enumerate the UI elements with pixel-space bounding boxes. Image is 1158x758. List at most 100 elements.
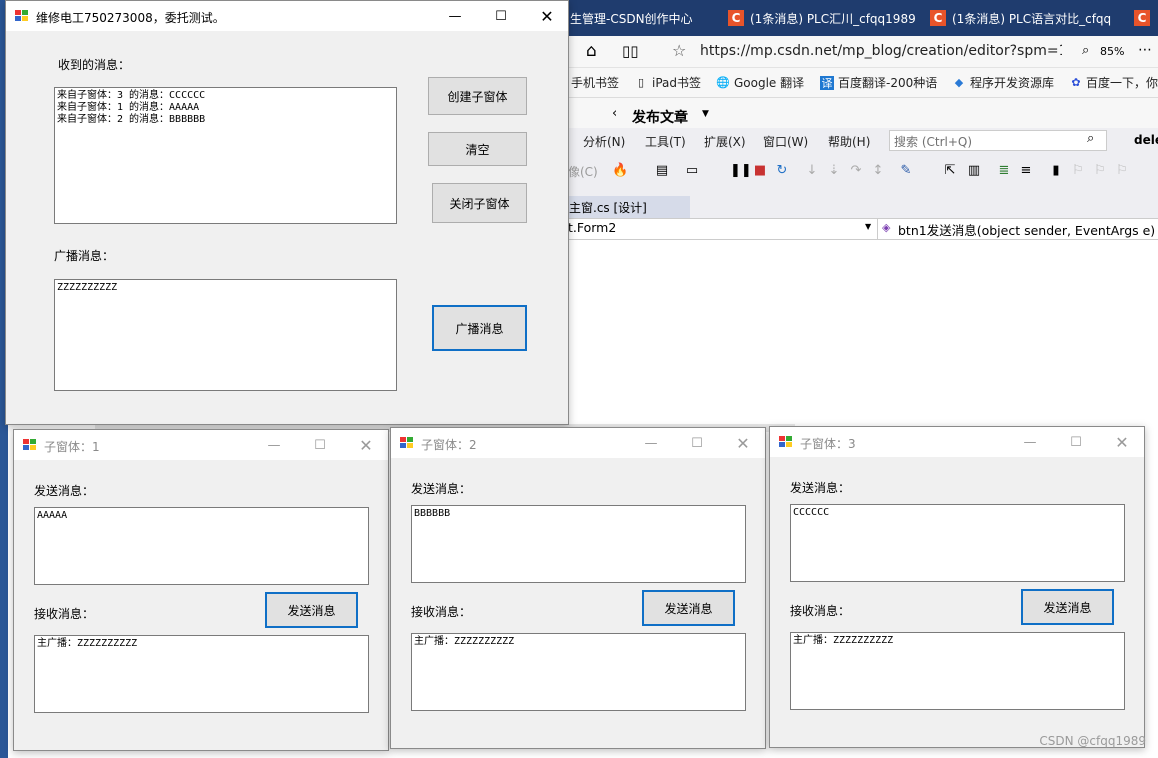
home-icon[interactable]: ⌂ [586, 41, 597, 61]
tool-icon[interactable]: ✎ [898, 163, 914, 179]
bookmark-item[interactable]: ✿ 百度一下，你 [1070, 74, 1158, 91]
bookmark-prev-icon[interactable]: ⚐ [1070, 163, 1086, 179]
bookmark-item[interactable]: 🌐 Google 翻译 [716, 74, 804, 91]
minimize-icon[interactable]: — [432, 3, 478, 29]
receive-box[interactable]: 主广播：ZZZZZZZZZZ [411, 633, 746, 711]
main-window: 维修电工750273008，委托测试。 — ☐ ✕ 收到的消息： 来自子窗体：3… [5, 0, 569, 425]
browser-tab-bar: 生管理-CSDN创作中心 C (1条消息) PLC汇川_cfqq1989 C (… [568, 0, 1158, 36]
broadcast-button[interactable]: 广播消息 [432, 305, 527, 351]
main-title-bar: 维修电工750273008，委托测试。 — ☐ ✕ [6, 1, 568, 31]
step-down-icon[interactable]: ↓ [804, 163, 820, 179]
send-message-button[interactable]: 发送消息 [642, 590, 735, 626]
bookmark-clear-icon[interactable]: ⚐ [1114, 163, 1130, 179]
minimize-icon[interactable]: — [251, 432, 297, 458]
folder-icon[interactable]: ▤ [654, 163, 670, 179]
close-icon[interactable]: ✕ [720, 430, 766, 456]
more-icon[interactable]: ⋯ [1138, 42, 1152, 58]
window-icon[interactable]: ▭ [684, 163, 700, 179]
layout-icon[interactable]: ▥ [966, 163, 982, 179]
send-input[interactable]: CCCCCC [790, 504, 1125, 582]
close-icon[interactable]: ✕ [343, 432, 389, 458]
hot-reload-icon[interactable]: 🔥 [612, 163, 628, 179]
toolbar-combo-text[interactable]: 像(C) [568, 163, 598, 180]
send-message-button[interactable]: 发送消息 [1021, 589, 1114, 625]
close-icon[interactable]: ✕ [524, 3, 570, 29]
nav-type-combo[interactable]: t.Form2 [568, 220, 864, 238]
received-messages-box[interactable]: 来自子窗体：3 的消息：CCCCCC 来自子窗体：1 的消息：AAAAA 来自子… [54, 87, 397, 224]
outdent-icon[interactable]: ≡ [1018, 163, 1034, 179]
receive-box[interactable]: 主广播：ZZZZZZZZZZ [34, 635, 369, 713]
bookmark-item[interactable]: ◆ 程序开发资源库 [952, 74, 1054, 91]
chevron-down-icon[interactable]: ▼ [865, 222, 871, 231]
browser-tab[interactable]: C (1条消息) PLC汇川_cfqq1989 [728, 4, 918, 32]
tab-label: (1条消息) PLC汇川_cfqq1989 [750, 11, 916, 26]
bookmark-label: iPad书签 [652, 76, 702, 90]
close-child-button[interactable]: 关闭子窗体 [432, 183, 527, 223]
maximize-icon[interactable]: ☐ [1053, 429, 1099, 455]
indent-icon[interactable]: ≣ [996, 163, 1012, 179]
step-into-icon[interactable]: ⇣ [826, 163, 842, 179]
app-icon [400, 437, 414, 449]
bookmark-label: 程序开发资源库 [970, 76, 1055, 90]
tab-label: 生管理-CSDN创作中心 [570, 11, 693, 26]
pause-icon[interactable]: ❚❚ [730, 163, 752, 179]
bookmark-item[interactable]: ▯ iPad书签 [634, 74, 701, 91]
child-title-bar: 子窗体：3 — ☐ ✕ [770, 427, 1144, 457]
step-out-icon[interactable]: ↕ [870, 163, 886, 179]
reader-icon[interactable]: ▯▯ [622, 42, 639, 60]
star-icon[interactable]: ☆ [672, 41, 686, 60]
clear-button[interactable]: 清空 [428, 132, 527, 166]
menu-window[interactable]: 窗口(W) [763, 133, 808, 150]
create-child-button[interactable]: 创建子窗体 [428, 77, 527, 115]
translate-icon: 译 [820, 75, 834, 90]
browser-tab[interactable]: 生管理-CSDN创作中心 [570, 4, 720, 32]
maximize-icon[interactable]: ☐ [297, 432, 343, 458]
maximize-icon[interactable]: ☐ [674, 430, 720, 456]
zoom-level[interactable]: 85% [1100, 45, 1124, 58]
maximize-icon[interactable]: ☐ [478, 3, 524, 29]
bookmark-next-icon[interactable]: ⚐ [1092, 163, 1108, 179]
nav-member-combo[interactable]: btn1发送消息(object sender, EventArgs e) [898, 220, 1158, 238]
app-icon [23, 439, 37, 451]
send-label: 发送消息： [790, 481, 851, 495]
window-title: 子窗体：1 [44, 440, 100, 454]
bookmark-label: 百度一下，你 [1085, 76, 1158, 90]
user-label[interactable]: dele [1134, 133, 1158, 147]
bookmark-item[interactable]: 译百度翻译-200种语 [820, 74, 938, 91]
doc-tab-designer[interactable]: 主窗.cs [设计] [568, 196, 690, 218]
minimize-icon[interactable]: — [1007, 429, 1053, 455]
receive-box[interactable]: 主广播：ZZZZZZZZZZ [790, 632, 1125, 710]
folder-icon: ▯ [637, 76, 645, 89]
browser-tab[interactable]: C (1条消息) PLC语言对比_cfqq [930, 4, 1120, 32]
restart-icon[interactable]: ↻ [774, 163, 790, 179]
publish-title: 发布文章 [632, 110, 688, 126]
close-icon[interactable]: ✕ [1099, 429, 1145, 455]
back-chevron-icon[interactable]: ‹ [612, 106, 617, 121]
app-icon [779, 436, 793, 448]
receive-label: 接收消息： [790, 604, 851, 618]
bookmark-icon[interactable]: ▮ [1048, 163, 1064, 179]
broadcast-input[interactable]: ZZZZZZZZZZ [54, 279, 397, 391]
stop-icon[interactable]: ■ [752, 163, 768, 179]
step-over-icon[interactable]: ↷ [848, 163, 864, 179]
minimize-icon[interactable]: — [628, 430, 674, 456]
baidu-paw-icon: ✿ [1071, 76, 1081, 89]
csdn-icon: C [930, 10, 946, 26]
bookmark-item[interactable]: 手机书签 [571, 74, 619, 91]
cursor-icon[interactable]: ⇱ [942, 163, 958, 179]
child-title-bar: 子窗体：1 — ☐ ✕ [14, 430, 388, 460]
url-field[interactable]: https://mp.csdn.net/mp_blog/creation/edi… [700, 43, 1062, 59]
menu-tools[interactable]: 工具(T) [645, 133, 686, 150]
send-message-button[interactable]: 发送消息 [265, 592, 358, 628]
menu-help[interactable]: 帮助(H) [828, 133, 870, 150]
ide-document-tabs: 主窗.cs [设计] [568, 190, 1158, 218]
child-title-bar: 子窗体：2 — ☐ ✕ [391, 428, 765, 458]
broadcast-label: 广播消息： [54, 249, 115, 263]
send-input[interactable]: BBBBBB [411, 505, 746, 583]
chevron-down-icon[interactable]: ▼ [702, 109, 709, 119]
menu-analyze[interactable]: 分析(N) [583, 133, 625, 150]
ide-search-input[interactable]: 搜索 (Ctrl+Q) [889, 130, 1107, 151]
send-input[interactable]: AAAAA [34, 507, 369, 585]
browser-tab[interactable]: C [1134, 4, 1158, 32]
menu-extensions[interactable]: 扩展(X) [704, 133, 746, 150]
